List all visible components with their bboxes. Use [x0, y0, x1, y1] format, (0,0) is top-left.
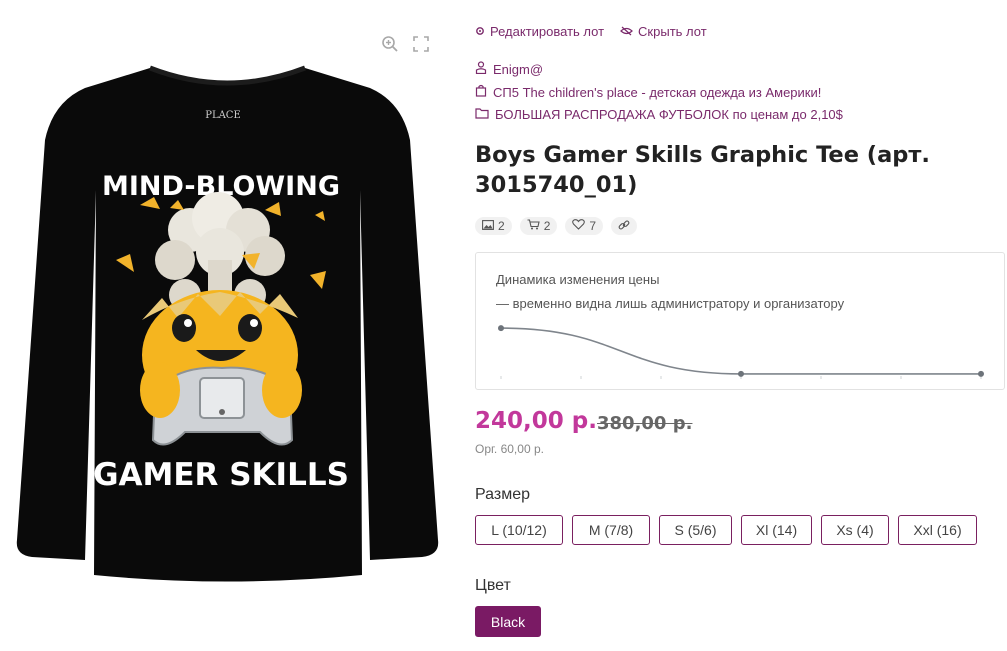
organizer-link[interactable]: Enigm@ [475, 61, 543, 77]
edit-lot-button[interactable]: Редактировать лот [475, 24, 604, 39]
price-point[interactable] [498, 325, 504, 332]
cart-count-badge[interactable]: 2 [519, 217, 558, 235]
category-link[interactable]: БОЛЬШАЯ РАСПРОДАЖА ФУТБОЛОК по ценам до … [475, 107, 843, 122]
old-price: 380,00 р. [597, 413, 693, 434]
zoom-in-icon[interactable] [380, 34, 400, 54]
price-history-chart [498, 325, 984, 379]
size-option[interactable]: Xs (4) [821, 515, 889, 545]
likes-count: 7 [589, 219, 597, 233]
share-link-badge[interactable] [611, 217, 638, 235]
price-point[interactable] [738, 370, 744, 377]
folder-icon [475, 107, 489, 122]
cart-icon [527, 219, 540, 233]
lot-actions: Редактировать лот Скрыть лот [475, 24, 707, 39]
organizer-price: Орг. 60,00 р. [475, 442, 544, 456]
product-title: Boys Gamer Skills Graphic Tee (арт. 3015… [475, 142, 930, 198]
eye-off-icon [620, 24, 633, 39]
hide-lot-button[interactable]: Скрыть лот [620, 24, 707, 39]
image-icon [482, 219, 494, 233]
link-icon [618, 219, 630, 234]
lot-stats: 2 2 7 [475, 217, 638, 235]
category-name: БОЛЬШАЯ РАСПРОДАЖА ФУТБОЛОК по ценам до … [495, 107, 843, 122]
photo-count-badge[interactable]: 2 [475, 217, 512, 235]
heart-icon [572, 219, 586, 233]
shopping-bag-icon [475, 84, 487, 100]
print-bottom-text: GAMER SKILLS [93, 457, 349, 493]
edit-lot-label: Редактировать лот [490, 24, 605, 39]
size-options: L (10/12) M (7/8) S (5/6) Xl (14) Xs (4)… [475, 515, 977, 545]
photo-count: 2 [498, 219, 505, 233]
brand-tag-text: PLACE [205, 110, 241, 121]
price-series-line [500, 327, 981, 375]
size-option[interactable]: S (5/6) [659, 515, 732, 545]
user-icon [475, 61, 487, 77]
color-label: Цвет [475, 577, 511, 594]
price-point[interactable] [978, 370, 984, 377]
purchase-name: СП5 The children's place - детская одежд… [493, 84, 822, 100]
size-label: Размер [475, 486, 530, 503]
product-image-area: PLACE MIND-BLOWING GAMER SKILLS [0, 0, 455, 651]
organizer-name: Enigm@ [493, 61, 544, 77]
likes-count-badge[interactable]: 7 [565, 217, 604, 235]
product-photo[interactable]: PLACE MIND-BLOWING GAMER SKILLS [10, 60, 445, 585]
cart-count: 2 [543, 219, 551, 233]
current-price: 240,00 р. [475, 408, 597, 434]
size-option[interactable]: L (10/12) [475, 515, 563, 545]
hide-lot-label: Скрыть лот [638, 24, 707, 39]
game-controller-graphic [140, 362, 302, 446]
size-option[interactable]: M (7/8) [572, 515, 650, 545]
size-option[interactable]: Xl (14) [741, 515, 812, 545]
size-option[interactable]: Xxl (16) [898, 515, 977, 545]
price-history-panel: Динамика изменения цены — временно видна… [475, 252, 1005, 390]
purchase-link[interactable]: СП5 The children's place - детская одежд… [475, 84, 821, 100]
fullscreen-icon[interactable] [411, 34, 431, 54]
gear-icon [475, 24, 485, 39]
color-option-selected[interactable]: Black [475, 606, 541, 637]
